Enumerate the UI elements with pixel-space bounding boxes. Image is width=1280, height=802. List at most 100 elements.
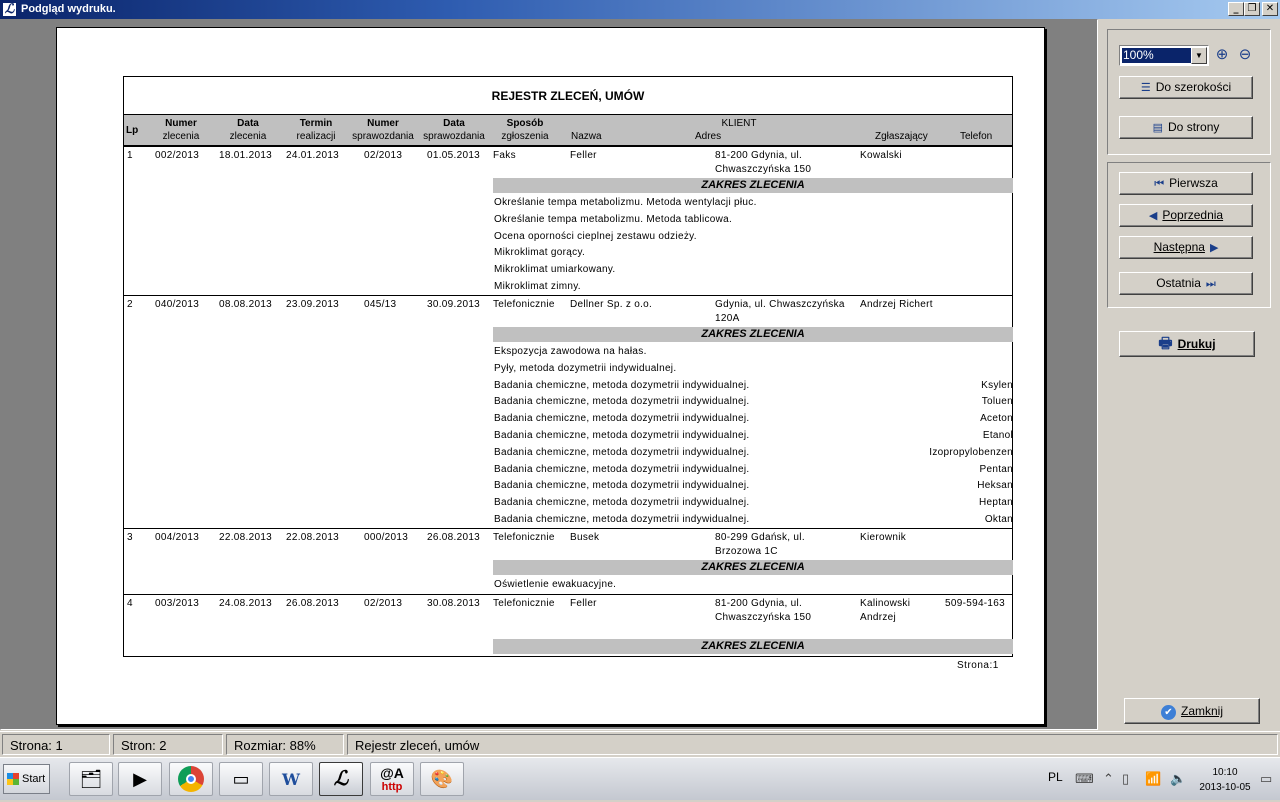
- zoom-out-icon[interactable]: ⊖: [1235, 45, 1255, 65]
- list-item: Badania chemiczne, metoda dozymetrii ind…: [494, 412, 1013, 425]
- file-explorer-icon[interactable]: 🗂: [69, 762, 113, 796]
- zoom-select[interactable]: 100% ▼: [1119, 45, 1209, 66]
- last-page-button[interactable]: Ostatnia ⏭: [1119, 272, 1253, 295]
- zakres-header: ZAKRES ZLECENIA: [493, 560, 1013, 575]
- list-item: Mikroklimat umiarkowany.: [494, 263, 1013, 276]
- show-desktop-icon[interactable]: ▭: [1260, 771, 1272, 787]
- item-text: Oświetlenie ewakuacyjne.: [494, 579, 617, 590]
- hdr-numer-spraw: Numer sprawozdania: [352, 118, 414, 142]
- list-item: Badania chemiczne, metoda dozymetrii ind…: [494, 429, 1013, 442]
- paint-icon[interactable]: 🎨: [420, 762, 464, 796]
- item-substance: Etanol: [982, 430, 1013, 441]
- restore-button[interactable]: ❐: [1244, 2, 1260, 16]
- hdr-data-spraw: Data sprawozdania: [423, 118, 485, 142]
- item-substance: Oktan: [984, 514, 1013, 525]
- item-text: Badania chemiczne, metoda dozymetrii ind…: [494, 480, 750, 492]
- list-item: Oświetlenie ewakuacyjne.: [494, 578, 1013, 591]
- close-button[interactable]: ✔ Zamknij: [1124, 698, 1260, 724]
- chevron-down-icon[interactable]: ▼: [1191, 47, 1207, 64]
- record-lp: 4: [127, 598, 133, 609]
- language-indicator[interactable]: PL: [1048, 770, 1063, 784]
- record-nazwa: Dellner Sp. z o.o.: [570, 299, 653, 310]
- item-substance: Toluen: [981, 396, 1013, 408]
- table-row: 2 040/2013 08.08.2013 23.09.2013 045/13 30.09…: [124, 296, 1013, 529]
- record-termin: 23.09.2013: [286, 299, 340, 310]
- fit-width-button[interactable]: ☰ Do szerokości: [1119, 76, 1253, 99]
- app-icon: ℒ: [2, 2, 17, 17]
- status-pages: Stron: 2: [113, 734, 223, 755]
- zoom-in-icon[interactable]: ⊕: [1212, 45, 1232, 65]
- chrome-icon[interactable]: [169, 762, 213, 796]
- fit-page-icon: ▤: [1152, 122, 1164, 134]
- record-numer: 002/2013: [155, 150, 200, 161]
- record-adres: Brzozowa 1C: [715, 546, 778, 557]
- preview-app-icon[interactable]: ℒ: [319, 762, 363, 796]
- network-icon[interactable]: 📶: [1145, 771, 1161, 787]
- list-item: Pyły, metoda dozymetrii indywidualnej.: [494, 362, 1013, 375]
- record-zglaszajacy: Andrzej: [860, 612, 897, 623]
- list-item: Ekspozycja zawodowa na hałas.: [494, 345, 1013, 358]
- minimize-button[interactable]: _: [1228, 2, 1244, 16]
- record-lp: 2: [127, 299, 133, 310]
- record-adres: Chwaszczyńska 150: [715, 164, 812, 175]
- hdr-adres: Adres: [695, 131, 722, 142]
- zakres-header: ZAKRES ZLECENIA: [493, 639, 1013, 654]
- page-number: Strona:1: [957, 660, 999, 671]
- item-text: Badania chemiczne, metoda dozymetrii ind…: [494, 497, 750, 509]
- tray-expand-icon[interactable]: ⌃: [1103, 771, 1114, 787]
- record-numer-spraw: 045/13: [364, 299, 397, 310]
- device-icon[interactable]: ▯: [1122, 771, 1129, 787]
- record-nazwa: Feller: [570, 150, 597, 161]
- record-zglaszajacy: Kierownik: [860, 532, 907, 543]
- item-substance: Ksylen: [981, 379, 1013, 391]
- record-telefon: 509-594-163: [945, 598, 1006, 609]
- table-row: 4 003/2013 24.08.2013 26.08.2013 02/2013 30.0…: [124, 595, 1013, 657]
- record-numer-spraw: 000/2013: [364, 532, 409, 543]
- taskbar: Start 🗂 ▶ ▭ W ℒ @A http 🎨 PL ⌨ ⌃ ▯ 📶 🔈 10…: [0, 757, 1280, 800]
- previous-icon: ◀: [1148, 210, 1158, 222]
- start-button[interactable]: Start: [3, 764, 50, 794]
- record-numer: 040/2013: [155, 299, 200, 310]
- item-text: Badania chemiczne, metoda dozymetrii ind…: [494, 463, 750, 475]
- item-text: Badania chemiczne, metoda dozymetrii ind…: [494, 413, 750, 425]
- list-item: Badania chemiczne, metoda dozymetrii ind…: [494, 496, 1013, 509]
- item-substance: Aceton: [980, 413, 1013, 425]
- record-data: 08.08.2013: [219, 299, 273, 310]
- record-adres: 120A: [715, 313, 740, 324]
- item-text: Określanie tempa metabolizmu. Metoda tab…: [494, 213, 733, 225]
- record-sposob: Telefonicznie: [493, 299, 555, 310]
- status-page: Strona: 1: [2, 734, 110, 755]
- item-substance: Heptan: [978, 497, 1013, 509]
- window-app-icon[interactable]: ▭: [219, 762, 263, 796]
- record-data-spraw: 26.08.2013: [427, 532, 481, 543]
- media-player-icon[interactable]: ▶: [118, 762, 162, 796]
- last-page-icon: ⏭: [1205, 278, 1216, 290]
- report-header: Lp Numer zlecenia Data zlecenia Termin real…: [124, 115, 1012, 147]
- list-item: Badania chemiczne, metoda dozymetrii ind…: [494, 446, 1013, 459]
- hdr-nazwa: Nazwa: [571, 131, 602, 142]
- list-item: Badania chemiczne, metoda dozymetrii ind…: [494, 379, 1013, 392]
- item-text: Badania chemiczne, metoda dozymetrii ind…: [494, 396, 750, 408]
- first-page-button[interactable]: ⏮ Pierwsza: [1119, 172, 1253, 195]
- record-sposob: Telefonicznie: [493, 598, 555, 609]
- fit-page-button[interactable]: ▤ Do strony: [1119, 116, 1253, 139]
- close-window-button[interactable]: ✕: [1262, 2, 1278, 16]
- record-zglaszajacy: Andrzej Richert: [860, 299, 933, 310]
- next-page-button[interactable]: Następna ▶: [1119, 236, 1253, 259]
- window-title: Podgląd wydruku.: [21, 3, 116, 15]
- keyboard-icon[interactable]: ⌨: [1075, 771, 1094, 787]
- item-text: Mikroklimat gorący.: [494, 247, 586, 259]
- previous-page-button[interactable]: ◀ Poprzednia: [1119, 204, 1253, 227]
- list-item: Badania chemiczne, metoda dozymetrii ind…: [494, 463, 1013, 476]
- record-numer-spraw: 02/2013: [364, 598, 403, 609]
- list-item: Badania chemiczne, metoda dozymetrii ind…: [494, 513, 1013, 526]
- email-http-icon[interactable]: @A http: [370, 762, 414, 796]
- word-icon[interactable]: W: [269, 762, 313, 796]
- record-termin: 24.01.2013: [286, 150, 340, 161]
- print-button[interactable]: 🖶 Drukuj: [1119, 331, 1255, 357]
- item-text: Ekspozycja zawodowa na hałas.: [494, 346, 647, 357]
- table-row: 1 002/2013 18.01.2013 24.01.2013 02/2013 01.0…: [124, 147, 1013, 296]
- record-data: 24.08.2013: [219, 598, 273, 609]
- volume-icon[interactable]: 🔈: [1170, 771, 1186, 787]
- clock[interactable]: 10:10 2013-10-05: [1196, 765, 1254, 795]
